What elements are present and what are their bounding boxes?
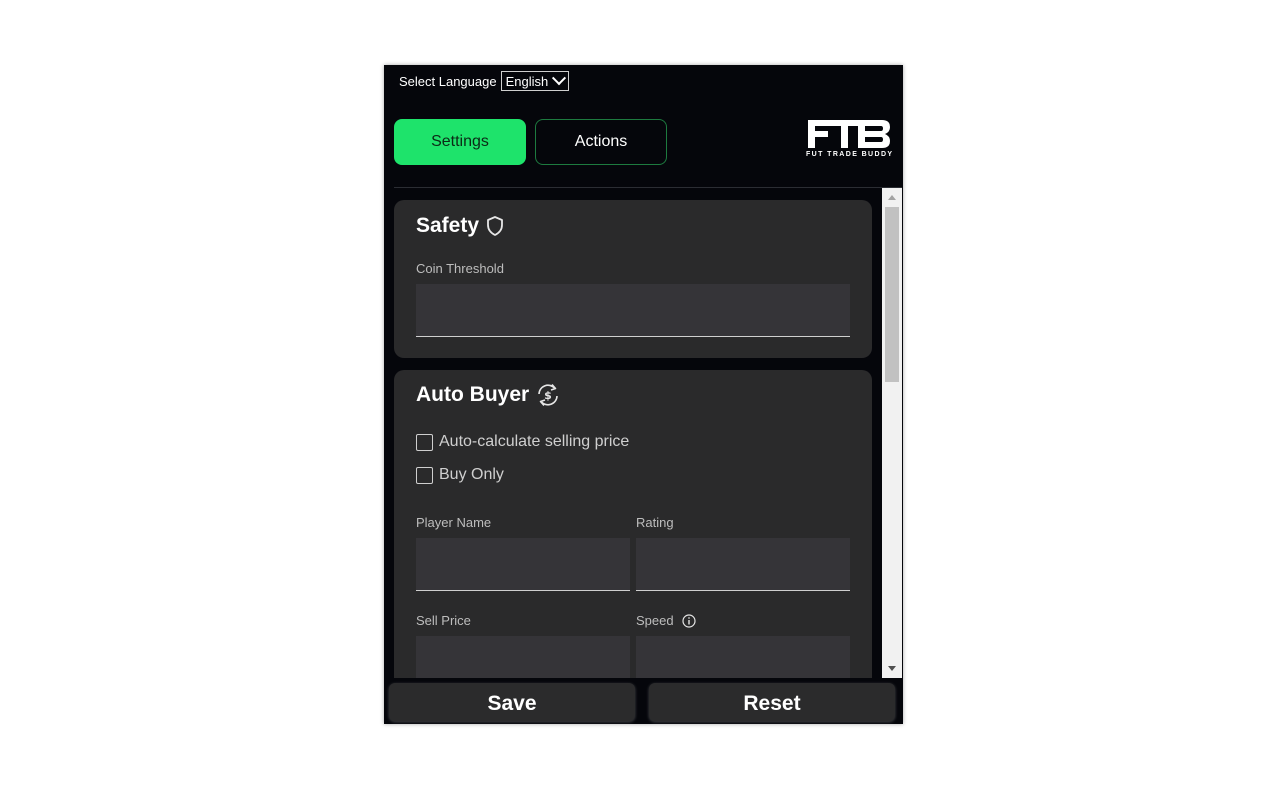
player-name-input[interactable] xyxy=(416,538,630,591)
svg-text:$: $ xyxy=(544,389,552,402)
tab-settings-label: Settings xyxy=(431,133,489,150)
language-label: Select Language xyxy=(399,73,497,89)
ftb-logo: FUT TRADE BUDDY xyxy=(806,118,892,160)
tab-actions[interactable]: Actions xyxy=(535,119,667,165)
save-button[interactable]: Save xyxy=(389,683,635,721)
tab-actions-label: Actions xyxy=(574,133,628,150)
language-row: Select Language English xyxy=(399,71,570,91)
speed-label: Speed xyxy=(636,613,674,628)
tab-settings[interactable]: Settings xyxy=(394,119,526,165)
settings-scroll-area[interactable]: Safety Coin Threshold Auto Buyer $ Auto-… xyxy=(384,188,903,678)
coin-threshold-label: Coin Threshold xyxy=(416,261,504,276)
ftb-logo-mark xyxy=(808,120,890,148)
buy-only-label: Buy Only xyxy=(439,466,504,483)
extension-popup: Select Language English Settings Actions… xyxy=(384,65,903,724)
auto-buyer-card: Auto Buyer $ Auto-calculate selling pric… xyxy=(394,370,872,678)
bottom-action-bar: Save Reset xyxy=(384,678,903,724)
language-select[interactable]: English xyxy=(500,71,570,91)
chevron-down-icon xyxy=(552,71,567,86)
language-value: English xyxy=(505,73,549,89)
info-icon[interactable] xyxy=(681,613,696,628)
vertical-scrollbar[interactable] xyxy=(882,188,902,678)
speed-input[interactable] xyxy=(636,636,850,678)
shield-icon xyxy=(487,216,503,236)
auto-calculate-checkbox[interactable] xyxy=(416,433,433,451)
auto-calculate-label: Auto-calculate selling price xyxy=(439,433,630,450)
safety-title: Safety xyxy=(416,214,505,238)
scroll-down-arrow-icon[interactable] xyxy=(888,666,896,671)
buy-only-checkbox-row[interactable]: Buy Only xyxy=(416,466,504,484)
safety-card: Safety Coin Threshold xyxy=(394,200,872,358)
speed-label-row: Speed xyxy=(636,613,696,628)
logo-subtitle: FUT TRADE BUDDY xyxy=(806,151,894,158)
auto-buyer-title-text: Auto Buyer xyxy=(416,383,530,406)
auto-buyer-title: Auto Buyer $ xyxy=(416,382,561,408)
reset-button[interactable]: Reset xyxy=(649,683,895,721)
refresh-dollar-icon: $ xyxy=(538,383,558,407)
rating-input[interactable] xyxy=(636,538,850,591)
sell-price-input[interactable] xyxy=(416,636,630,678)
coin-threshold-input[interactable] xyxy=(416,284,850,337)
safety-title-text: Safety xyxy=(416,214,480,237)
sell-price-label: Sell Price xyxy=(416,613,471,628)
rating-label: Rating xyxy=(636,515,674,530)
player-name-label: Player Name xyxy=(416,515,492,530)
buy-only-checkbox[interactable] xyxy=(416,466,433,484)
scroll-thumb[interactable] xyxy=(885,207,899,382)
auto-calculate-checkbox-row[interactable]: Auto-calculate selling price xyxy=(416,433,629,451)
scroll-up-arrow-icon[interactable] xyxy=(888,195,896,200)
